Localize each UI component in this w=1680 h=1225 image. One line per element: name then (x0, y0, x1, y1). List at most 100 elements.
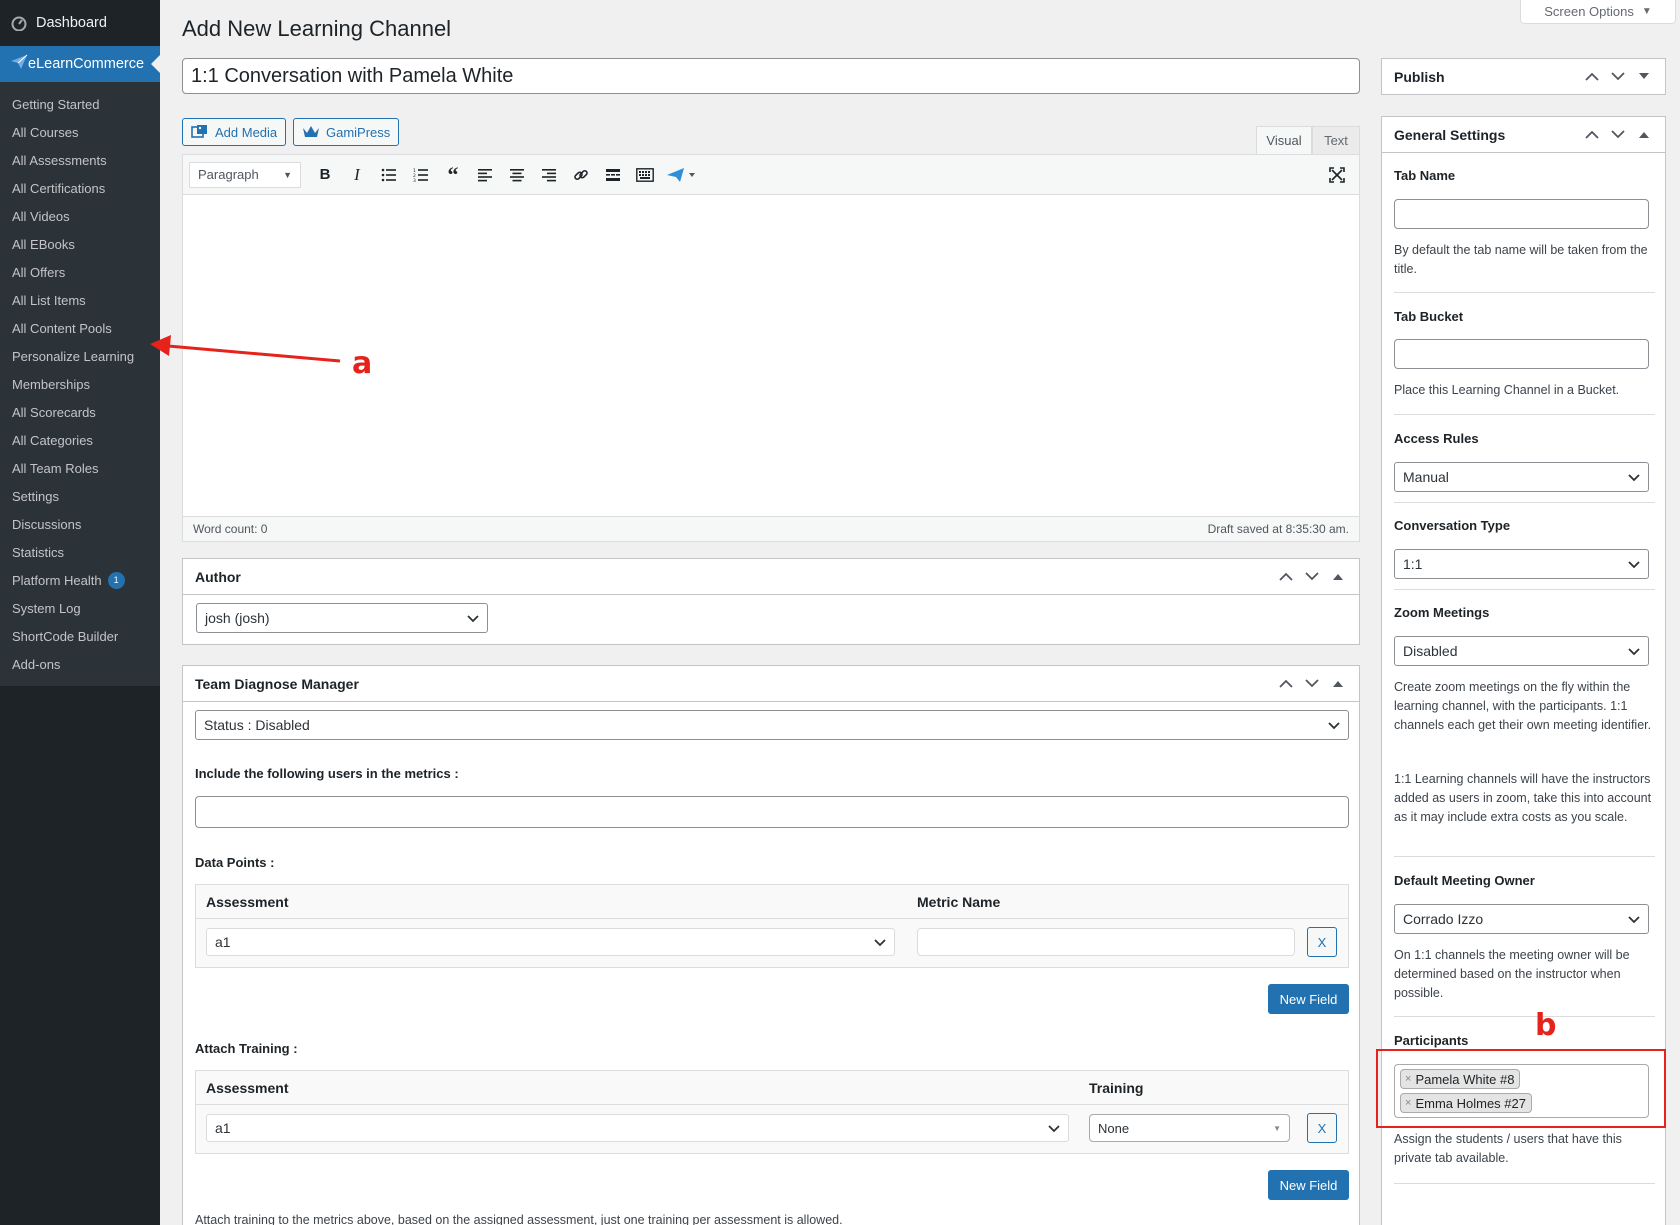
dp-metric-name-input[interactable] (917, 928, 1295, 956)
align-center-icon[interactable] (501, 161, 533, 189)
chevron-down-icon[interactable] (1609, 126, 1627, 144)
gamipress-button[interactable]: GamiPress (293, 118, 400, 146)
submenu-all-ebooks[interactable]: All EBooks (0, 230, 160, 258)
tab-visual[interactable]: Visual (1256, 126, 1312, 154)
submenu-all-categories[interactable]: All Categories (0, 426, 160, 454)
link-icon[interactable] (565, 161, 597, 189)
chevron-down-icon[interactable] (1303, 675, 1321, 693)
submenu-all-videos[interactable]: All Videos (0, 202, 160, 230)
menu-dashboard[interactable]: Dashboard (0, 0, 160, 46)
at-assessment-select[interactable]: a1 (206, 1114, 1069, 1142)
italic-icon[interactable]: I (341, 161, 373, 189)
toggle-panel-icon[interactable] (1635, 126, 1653, 144)
tab-name-input[interactable] (1394, 199, 1649, 229)
annotation-label-a: a (352, 346, 373, 381)
default-meeting-owner-select[interactable]: Corrado Izzo (1394, 904, 1649, 934)
chevron-up-icon[interactable] (1277, 568, 1295, 586)
page-title: Add New Learning Channel (182, 16, 452, 41)
submenu-all-courses[interactable]: All Courses (0, 118, 160, 146)
media-icon (191, 124, 209, 140)
elearncommerce-submenu: Getting Started All Courses All Assessme… (0, 82, 160, 686)
submenu-personalize-learning[interactable]: Personalize Learning (0, 342, 160, 370)
submenu-getting-started[interactable]: Getting Started (0, 90, 160, 118)
tab-bucket-help: Place this Learning Channel in a Bucket. (1394, 383, 1620, 397)
svg-text:3: 3 (413, 178, 416, 182)
submenu-all-assessments[interactable]: All Assessments (0, 146, 160, 174)
at-training-value: None (1098, 1120, 1130, 1136)
read-more-icon[interactable] (597, 161, 629, 189)
submenu-all-certifications[interactable]: All Certifications (0, 174, 160, 202)
submenu-platform-health-label: Platform Health (12, 572, 102, 588)
chevron-up-icon[interactable] (1583, 126, 1601, 144)
toggle-panel-icon[interactable] (1635, 68, 1653, 86)
screen-options-button[interactable]: Screen Options ▼ (1520, 0, 1676, 24)
zoom-meetings-label: Zoom Meetings (1394, 605, 1490, 620)
submenu-system-log[interactable]: System Log (0, 594, 160, 622)
dp-remove-row-button[interactable]: X (1307, 927, 1337, 957)
menu-elearncommerce[interactable]: eLearnCommerce (0, 46, 160, 82)
author-select[interactable]: josh (josh) (196, 603, 488, 633)
format-select-value: Paragraph (198, 167, 259, 182)
chevron-down-icon[interactable] (1303, 568, 1321, 586)
general-settings-title: General Settings (1394, 126, 1506, 143)
bullet-list-icon[interactable] (373, 161, 405, 189)
elearncommerce-insert-icon[interactable] (661, 161, 701, 189)
at-new-field-button[interactable]: New Field (1268, 1170, 1349, 1200)
numbered-list-icon[interactable]: 123 (405, 161, 437, 189)
submenu-discussions[interactable]: Discussions (0, 510, 160, 538)
fullscreen-icon[interactable] (1321, 161, 1353, 189)
toggle-panel-icon[interactable] (1329, 675, 1347, 693)
submenu-all-team-roles[interactable]: All Team Roles (0, 454, 160, 482)
submenu-all-list-items[interactable]: All List Items (0, 286, 160, 314)
dp-col-assessment: Assessment (206, 894, 289, 910)
add-media-button[interactable]: Add Media (182, 118, 287, 146)
align-left-icon[interactable] (469, 161, 501, 189)
chevron-up-icon[interactable] (1583, 68, 1601, 86)
toggle-panel-icon[interactable] (1329, 568, 1347, 586)
submenu-all-scorecards[interactable]: All Scorecards (0, 398, 160, 426)
post-title-input[interactable]: 1:1 Conversation with Pamela White (182, 58, 1360, 94)
word-count: Word count: 0 (193, 522, 268, 536)
submenu-memberships[interactable]: Memberships (0, 370, 160, 398)
chevron-down-icon (1628, 911, 1640, 927)
align-right-icon[interactable] (533, 161, 565, 189)
author-postbox-header: Author (183, 559, 1359, 595)
submenu-settings[interactable]: Settings (0, 482, 160, 510)
at-assessment-value: a1 (215, 1120, 231, 1136)
team-diagnose-postbox: Team Diagnose Manager Status : Disabled … (182, 665, 1360, 1225)
conversation-type-label: Conversation Type (1394, 518, 1511, 533)
status-select[interactable]: Status : Disabled (195, 710, 1349, 740)
conversation-type-value: 1:1 (1403, 556, 1423, 572)
menu-elearncommerce-label: eLearnCommerce (28, 56, 145, 72)
at-remove-row-button[interactable]: X (1307, 1113, 1337, 1143)
chevron-down-icon (1048, 1120, 1060, 1136)
tab-bucket-input[interactable] (1394, 339, 1649, 369)
at-training-select[interactable]: None ▼ (1089, 1114, 1290, 1142)
submenu-platform-health[interactable]: Platform Health 1 (0, 566, 160, 594)
conversation-type-select[interactable]: 1:1 (1394, 549, 1649, 579)
keyboard-icon[interactable] (629, 161, 661, 189)
access-rules-select[interactable]: Manual (1394, 462, 1649, 492)
bold-icon[interactable]: B (309, 161, 341, 189)
include-users-input[interactable] (195, 796, 1349, 828)
author-postbox-title: Author (195, 568, 241, 585)
chevron-up-icon[interactable] (1277, 675, 1295, 693)
zoom-meetings-select[interactable]: Disabled (1394, 636, 1649, 666)
submenu-statistics[interactable]: Statistics (0, 538, 160, 566)
tab-text[interactable]: Text (1312, 126, 1360, 154)
chevron-down-icon (467, 610, 479, 626)
annotation-arrow-a (150, 335, 341, 363)
dp-new-field-button[interactable]: New Field (1268, 984, 1349, 1014)
general-settings-header: General Settings (1382, 117, 1665, 153)
dashboard-icon (10, 14, 28, 32)
blockquote-icon[interactable]: “ (437, 161, 469, 189)
submenu-all-offers[interactable]: All Offers (0, 258, 160, 286)
submenu-add-ons[interactable]: Add-ons (0, 650, 160, 678)
submenu-all-content-pools[interactable]: All Content Pools (0, 314, 160, 342)
dp-assessment-select[interactable]: a1 (206, 928, 895, 956)
data-points-table: Assessment Metric Name a1 X (195, 884, 1349, 968)
caret-down-icon: ▼ (283, 169, 292, 180)
submenu-shortcode-builder[interactable]: ShortCode Builder (0, 622, 160, 650)
chevron-down-icon[interactable] (1609, 68, 1627, 86)
format-select[interactable]: Paragraph ▼ (189, 161, 301, 188)
